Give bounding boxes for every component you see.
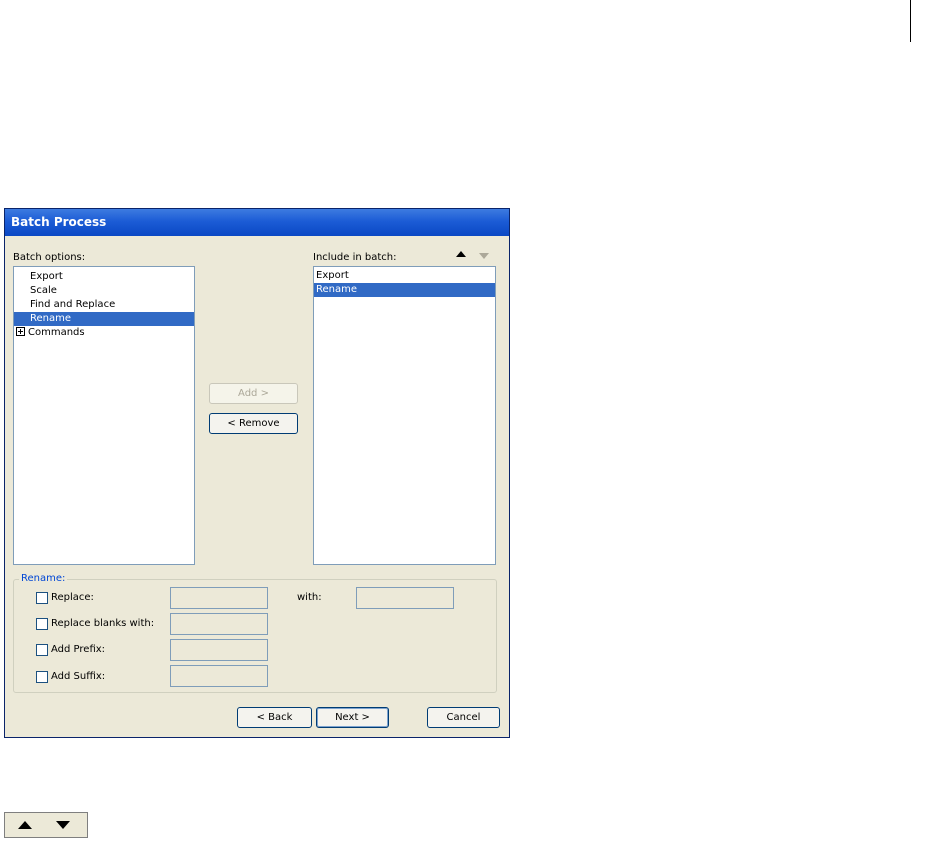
list-item-label: Rename	[30, 313, 72, 324]
replace-field[interactable]	[170, 587, 268, 609]
with-field[interactable]	[356, 587, 454, 609]
replace-checkbox[interactable]	[36, 592, 48, 604]
add-prefix-checkbox[interactable]	[36, 644, 48, 656]
batch-option-commands[interactable]: Commands	[14, 326, 194, 340]
expand-plus-icon[interactable]	[16, 326, 25, 336]
move-down-icon[interactable]	[479, 253, 489, 259]
add-suffix-label: Add Suffix:	[51, 671, 106, 682]
batch-option-export[interactable]: Export	[14, 270, 194, 284]
dialog-title: Batch Process	[11, 215, 107, 229]
batch-process-dialog: Batch Process Batch options: Include in …	[4, 208, 510, 738]
list-item-label: Find and Replace	[30, 299, 116, 310]
batch-option-find-replace[interactable]: Find and Replace	[14, 298, 194, 312]
include-in-batch-list[interactable]: Export Rename	[313, 266, 496, 565]
reorder-toolbar	[4, 812, 88, 838]
add-suffix-field[interactable]	[170, 665, 268, 687]
move-up-icon[interactable]	[456, 251, 466, 257]
replace-blanks-label: Replace blanks with:	[51, 618, 155, 629]
list-item-label: Commands	[28, 327, 85, 338]
replace-label: Replace:	[51, 592, 94, 603]
batch-options-list[interactable]: Export Scale Find and Replace Rename Com…	[13, 266, 195, 565]
add-prefix-label: Add Prefix:	[51, 644, 106, 655]
include-item-rename[interactable]: Rename	[314, 283, 495, 297]
add-suffix-checkbox[interactable]	[36, 671, 48, 683]
replace-blanks-field[interactable]	[170, 613, 268, 635]
cancel-button[interactable]: Cancel	[427, 707, 500, 728]
list-item-label: Scale	[30, 285, 57, 296]
batch-options-label: Batch options:	[13, 252, 86, 263]
add-prefix-field[interactable]	[170, 639, 268, 661]
include-in-batch-label: Include in batch:	[313, 252, 397, 263]
include-item-export[interactable]: Export	[314, 269, 495, 283]
title-bar[interactable]: Batch Process	[5, 209, 509, 236]
batch-option-scale[interactable]: Scale	[14, 284, 194, 298]
back-button[interactable]: < Back	[237, 707, 312, 728]
replace-blanks-checkbox[interactable]	[36, 618, 48, 630]
edge-divider	[910, 0, 911, 42]
list-item-label: Export	[316, 270, 349, 281]
next-button[interactable]: Next >	[316, 707, 389, 728]
rename-group-title: Rename:	[19, 573, 68, 584]
add-button[interactable]: Add >	[209, 383, 298, 404]
batch-option-rename[interactable]: Rename	[14, 312, 194, 326]
list-item-label: Export	[30, 271, 63, 282]
move-up-icon[interactable]	[18, 821, 32, 829]
remove-button[interactable]: < Remove	[209, 413, 298, 434]
with-label: with:	[297, 592, 322, 603]
list-item-label: Rename	[316, 284, 358, 295]
move-down-icon[interactable]	[56, 821, 70, 829]
